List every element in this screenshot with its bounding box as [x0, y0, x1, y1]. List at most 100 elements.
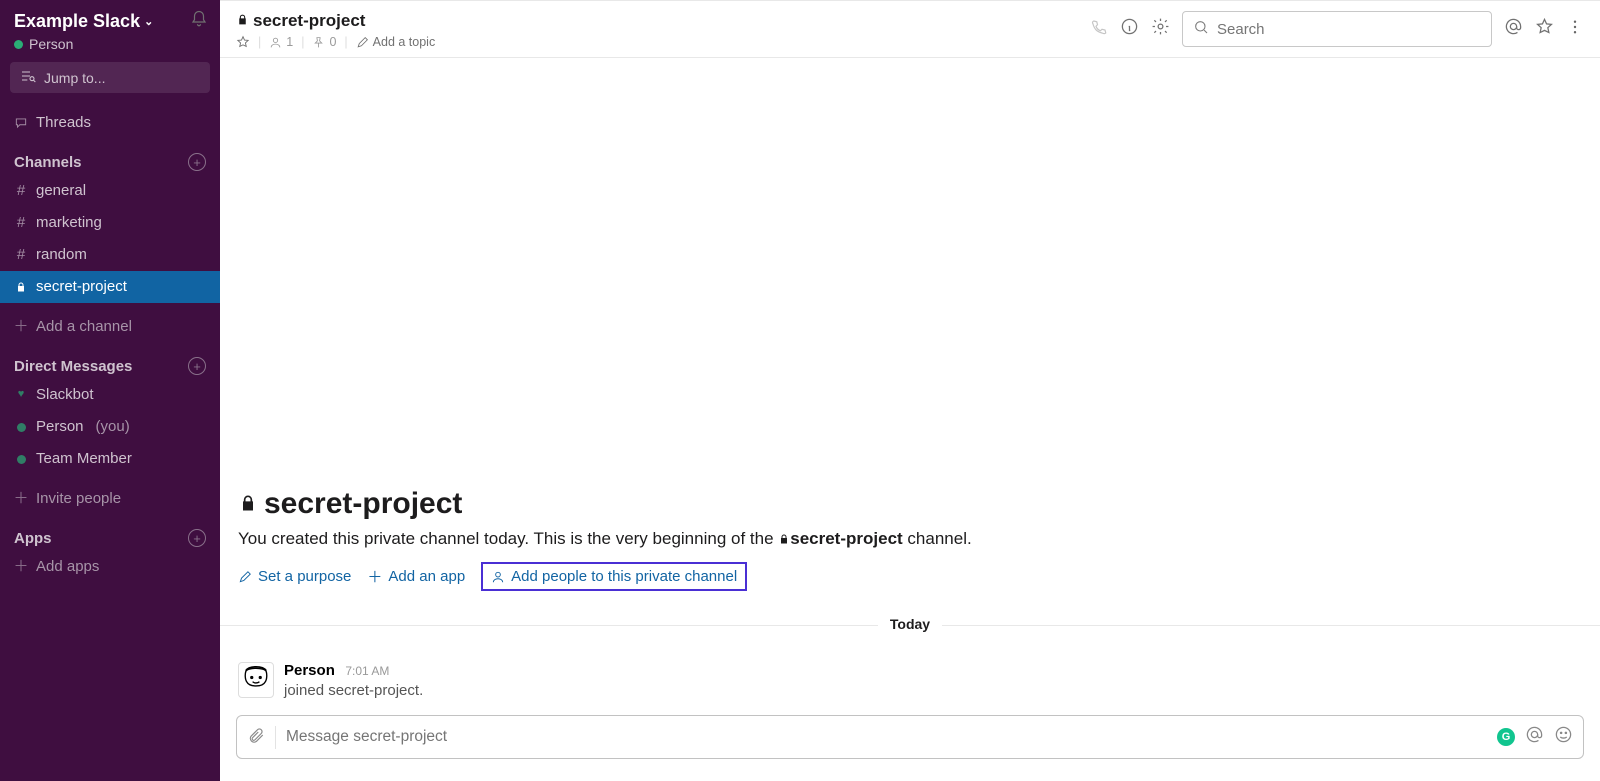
dm-you-suffix: (you): [96, 415, 130, 439]
intro-actions: Set a purpose ＋ Add an app Add people to…: [238, 562, 1582, 591]
add-app-icon[interactable]: +: [188, 529, 206, 547]
chevron-down-icon: ⌄: [144, 15, 153, 28]
pinned-count[interactable]: 0: [312, 35, 336, 49]
intro-desc-suffix: channel.: [907, 529, 971, 548]
plus-icon: ＋: [14, 315, 28, 339]
message-time: 7:01 AM: [345, 664, 389, 678]
header-actions: [1090, 11, 1584, 47]
dm-item-slackbot[interactable]: ♥ Slackbot: [0, 379, 220, 411]
add-topic-label: Add a topic: [373, 35, 436, 49]
set-purpose-label: Set a purpose: [258, 568, 351, 585]
dm-header-label: Direct Messages: [14, 358, 132, 375]
attach-icon[interactable]: [247, 726, 276, 749]
search-icon: [1193, 19, 1209, 40]
search-box[interactable]: [1182, 11, 1492, 47]
set-purpose-link[interactable]: Set a purpose: [238, 568, 351, 585]
intro-title: secret-project: [238, 487, 1582, 521]
presence-dot-icon: [14, 455, 28, 464]
dm-item-label: Person: [36, 415, 84, 439]
members-count[interactable]: 1: [269, 35, 293, 49]
sidebar: Example Slack ⌄ Person Jump to... Thread…: [0, 0, 220, 781]
presence-dot-icon: [14, 40, 23, 49]
channel-title-label: secret-project: [253, 11, 365, 31]
channel-intro: secret-project You created this private …: [220, 487, 1600, 605]
presence-dot-icon: [14, 423, 28, 432]
channels-header-label: Channels: [14, 154, 82, 171]
grammarly-icon[interactable]: G: [1497, 728, 1515, 746]
sidebar-item-marketing[interactable]: # marketing: [0, 207, 220, 239]
dm-item-label: Team Member: [36, 447, 132, 471]
dm-item-label: Slackbot: [36, 383, 94, 407]
jump-to-label: Jump to...: [44, 70, 105, 86]
add-app-label: Add an app: [388, 568, 465, 585]
message-composer[interactable]: G: [236, 715, 1584, 759]
add-channel-label: Add a channel: [36, 315, 132, 339]
dm-item-team-member[interactable]: Team Member: [0, 443, 220, 475]
plus-icon: ＋: [14, 555, 28, 579]
hash-icon: #: [14, 243, 28, 267]
sidebar-item-random[interactable]: # random: [0, 239, 220, 271]
threads-label: Threads: [36, 111, 91, 135]
add-channel-icon[interactable]: +: [188, 153, 206, 171]
intro-description: You created this private channel today. …: [238, 529, 1582, 550]
pinned-count-value: 0: [329, 35, 336, 49]
sidebar-item-general[interactable]: # general: [0, 175, 220, 207]
sidebar-item-threads[interactable]: Threads: [0, 107, 220, 139]
add-apps-link[interactable]: ＋ Add apps: [0, 551, 220, 583]
star-outline-icon[interactable]: [1535, 17, 1554, 41]
main-area: secret-project | 1 | 0 |: [220, 0, 1600, 781]
add-channel-link[interactable]: ＋ Add a channel: [0, 311, 220, 343]
lock-icon: [238, 487, 258, 521]
invite-people-link[interactable]: ＋ Invite people: [0, 483, 220, 515]
channels-section-header: Channels +: [0, 139, 220, 175]
search-input[interactable]: [1217, 21, 1481, 38]
avatar[interactable]: [238, 662, 274, 698]
sidebar-item-secret-project[interactable]: secret-project: [0, 271, 220, 303]
add-people-label: Add people to this private channel: [511, 568, 737, 585]
star-icon[interactable]: [236, 35, 250, 49]
message-area: secret-project You created this private …: [220, 58, 1600, 781]
channel-title[interactable]: secret-project: [236, 11, 435, 31]
add-apps-label: Add apps: [36, 555, 99, 579]
plus-icon: ＋: [14, 487, 28, 511]
hash-icon: #: [14, 211, 28, 235]
add-people-link[interactable]: Add people to this private channel: [481, 562, 747, 591]
more-icon[interactable]: [1566, 18, 1584, 41]
composer-input[interactable]: [286, 728, 1487, 746]
at-icon[interactable]: [1525, 725, 1544, 749]
gear-icon[interactable]: [1151, 17, 1170, 41]
channel-header: secret-project | 1 | 0 |: [220, 0, 1600, 58]
heart-icon: ♥: [14, 386, 28, 404]
at-icon[interactable]: [1504, 17, 1523, 41]
day-divider-label: Today: [878, 616, 942, 632]
lock-icon: [778, 530, 790, 550]
sidebar-item-label: secret-project: [36, 275, 127, 299]
message-author[interactable]: Person: [284, 662, 335, 679]
add-topic[interactable]: Add a topic: [356, 35, 436, 49]
sidebar-item-label: random: [36, 243, 87, 267]
message-row[interactable]: Person 7:01 AM joined secret-project.: [220, 654, 1600, 707]
dm-item-person[interactable]: Person (you): [0, 411, 220, 443]
jump-to[interactable]: Jump to...: [10, 62, 210, 93]
lock-icon: [14, 281, 28, 293]
intro-channel-name: secret-project: [264, 487, 462, 521]
jump-icon: [20, 68, 36, 87]
dm-section-header: Direct Messages +: [0, 343, 220, 379]
bell-icon[interactable]: [190, 10, 208, 32]
add-app-link[interactable]: ＋ Add an app: [367, 566, 465, 587]
day-divider: Today: [220, 625, 1600, 644]
invite-label: Invite people: [36, 487, 121, 511]
sidebar-item-label: marketing: [36, 211, 102, 235]
info-icon[interactable]: [1120, 17, 1139, 41]
channel-meta: | 1 | 0 | Add a topic: [236, 35, 435, 49]
workspace-name[interactable]: Example Slack ⌄: [14, 11, 153, 32]
user-presence[interactable]: Person: [0, 36, 220, 62]
threads-icon: [14, 116, 28, 130]
hash-icon: #: [14, 179, 28, 203]
phone-icon[interactable]: [1090, 18, 1108, 41]
add-dm-icon[interactable]: +: [188, 357, 206, 375]
intro-channel-bold: secret-project: [790, 529, 902, 548]
workspace-header[interactable]: Example Slack ⌄: [0, 0, 220, 36]
emoji-icon[interactable]: [1554, 725, 1573, 749]
sidebar-item-label: general: [36, 179, 86, 203]
